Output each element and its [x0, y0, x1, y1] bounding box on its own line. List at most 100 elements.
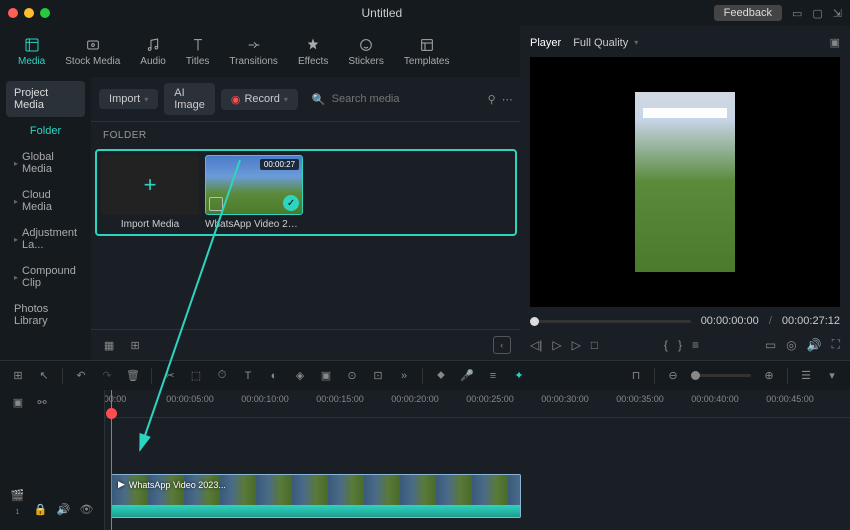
timeline-area: ▣ ⚯ 🎬1 🔒 🔊 👁 00:00 00:00:05:00 00:00:10:…	[0, 390, 850, 530]
audio-icon	[144, 36, 162, 54]
effects-icon	[304, 36, 322, 54]
zoom-slider[interactable]	[691, 374, 751, 377]
search-icon: 🔍	[312, 93, 326, 106]
snapshot-icon[interactable]: ▣	[830, 36, 840, 49]
tab-effects[interactable]: Effects	[292, 32, 334, 71]
chevron-down-icon: ▾	[284, 95, 288, 104]
voiceover-icon[interactable]: 🎤	[459, 369, 475, 382]
markers-icon[interactable]: ≡	[692, 338, 699, 352]
feedback-button[interactable]: Feedback	[714, 5, 782, 21]
video-track-icon[interactable]: 🎬1	[10, 489, 25, 516]
lock-icon[interactable]: 🔒	[33, 503, 48, 516]
speed-icon[interactable]: ⏱	[214, 369, 230, 382]
track-icon[interactable]: ⊡	[370, 369, 386, 382]
mark-in-icon[interactable]: {	[664, 338, 668, 352]
timeline-tracks[interactable]: 00:00 00:00:05:00 00:00:10:00 00:00:15:0…	[105, 390, 850, 530]
timeline-clip[interactable]: ▶WhatsApp Video 2023...	[111, 474, 521, 518]
record-button[interactable]: ◉Record▾	[221, 89, 298, 110]
selection-tool-icon[interactable]: ⊞	[10, 369, 26, 382]
chevron-down-icon: ▾	[634, 38, 638, 47]
prev-frame-button[interactable]: ◁|	[530, 338, 542, 352]
tab-audio[interactable]: Audio	[134, 32, 172, 71]
next-frame-button[interactable]: ▷	[572, 338, 581, 352]
crop-icon[interactable]: ⬚	[188, 369, 204, 382]
close-window-button[interactable]	[8, 8, 18, 18]
sidebar-item-photos-library[interactable]: Photos Library	[6, 297, 85, 333]
tab-templates[interactable]: Templates	[398, 32, 456, 71]
timeline-options-icon[interactable]: ☰	[798, 369, 814, 382]
progress-bar[interactable]	[530, 320, 691, 323]
mask-icon[interactable]: ▣	[318, 369, 334, 382]
mute-icon[interactable]: 🔊	[56, 503, 71, 516]
save-icon[interactable]: ▢	[812, 7, 822, 20]
volume-icon[interactable]: 🔊	[807, 338, 822, 352]
maximize-window-button[interactable]	[40, 8, 50, 18]
text-icon[interactable]: T	[240, 370, 256, 382]
link-icon[interactable]: ⚯	[34, 396, 50, 409]
grid-view-icon[interactable]: ▦	[101, 339, 117, 352]
sidebar-item-global-media[interactable]: ▸Global Media	[6, 145, 85, 181]
media-panel: Media Stock Media Audio Titles Transitio…	[0, 26, 520, 360]
redo-icon[interactable]: ↷	[99, 369, 115, 382]
camera-icon[interactable]: ◎	[786, 338, 796, 352]
player-tab[interactable]: Player	[530, 37, 561, 49]
collapse-sidebar-button[interactable]: ‹	[493, 336, 511, 354]
keyframe-icon[interactable]: ◈	[292, 369, 308, 382]
plus-icon: +	[144, 172, 157, 198]
media-clip-card[interactable]: 00:00:27 ✓ WhatsApp Video 202...	[205, 155, 303, 230]
playhead[interactable]	[111, 390, 112, 530]
timeline-settings-icon[interactable]: ▾	[824, 369, 840, 382]
export-icon[interactable]: ⇲	[833, 7, 842, 20]
zoom-out-icon[interactable]: ⊖	[665, 369, 681, 382]
current-time: 00:00:00:00	[701, 315, 759, 327]
auto-beat-icon[interactable]: ✦	[511, 369, 527, 382]
quality-selector[interactable]: Full Quality▾	[573, 37, 638, 49]
media-area: Import▾ AI Image ◉Record▾ 🔍 ⚲ ⋯ FOLDER +…	[91, 77, 521, 360]
more-tools-icon[interactable]: »	[396, 370, 412, 382]
sidebar-item-cloud-media[interactable]: ▸Cloud Media	[6, 183, 85, 219]
document-title: Untitled	[50, 6, 714, 20]
sidebar: Project Media Folder ▸Global Media ▸Clou…	[0, 77, 91, 360]
fullscreen-icon[interactable]: ⛶	[832, 337, 840, 352]
snap-icon[interactable]: ⊓	[628, 369, 644, 382]
zoom-in-icon[interactable]: ⊕	[761, 369, 777, 382]
sidebar-item-compound-clip[interactable]: ▸Compound Clip	[6, 259, 85, 295]
marker-icon[interactable]: ⬥	[433, 369, 449, 382]
more-icon[interactable]: ⋯	[502, 93, 513, 106]
search-input[interactable]	[332, 93, 474, 105]
tab-stickers[interactable]: Stickers	[342, 32, 390, 71]
undo-icon[interactable]: ↶	[73, 369, 89, 382]
sidebar-item-folder[interactable]: Folder	[6, 119, 85, 143]
player-canvas[interactable]	[530, 57, 840, 307]
new-folder-icon[interactable]: ⊞	[127, 339, 143, 352]
tab-transitions[interactable]: Transitions	[223, 32, 284, 71]
track-header-icon[interactable]: ▣	[10, 396, 26, 409]
tab-titles[interactable]: Titles	[180, 32, 216, 71]
layout-icon[interactable]: ▭	[792, 7, 802, 20]
visibility-icon[interactable]: 👁	[79, 503, 94, 516]
video-preview	[635, 92, 735, 272]
sidebar-item-project-media[interactable]: Project Media	[6, 81, 85, 117]
timeline-ruler[interactable]: 00:00 00:00:05:00 00:00:10:00 00:00:15:0…	[105, 390, 850, 418]
chevron-right-icon: ▸	[14, 159, 18, 168]
sidebar-item-adjustment-layer[interactable]: ▸Adjustment La...	[6, 221, 85, 257]
split-icon[interactable]: ✂	[162, 369, 178, 382]
color-icon[interactable]: ◐	[266, 370, 282, 382]
tab-media[interactable]: Media	[12, 32, 51, 71]
display-icon[interactable]: ▭	[765, 338, 776, 352]
delete-icon[interactable]: 🗑	[125, 369, 141, 382]
play-button[interactable]: ▷	[552, 338, 561, 352]
minimize-window-button[interactable]	[24, 8, 34, 18]
mixer-icon[interactable]: ≡	[485, 370, 501, 382]
ai-image-button[interactable]: AI Image	[164, 83, 215, 115]
mark-out-icon[interactable]: }	[678, 338, 682, 352]
folder-header: FOLDER	[91, 122, 521, 149]
filter-icon[interactable]: ⚲	[488, 93, 496, 106]
timer-icon[interactable]: ⊙	[344, 369, 360, 382]
stop-button[interactable]: □	[591, 338, 598, 352]
cursor-tool-icon[interactable]: ↖	[36, 369, 52, 382]
player-panel: Player Full Quality▾ ▣ 00:00:00:00 / 00:…	[520, 26, 850, 360]
import-button[interactable]: Import▾	[99, 89, 158, 109]
tab-stock-media[interactable]: Stock Media	[59, 32, 126, 71]
import-media-card[interactable]: + Import Media	[101, 155, 199, 230]
